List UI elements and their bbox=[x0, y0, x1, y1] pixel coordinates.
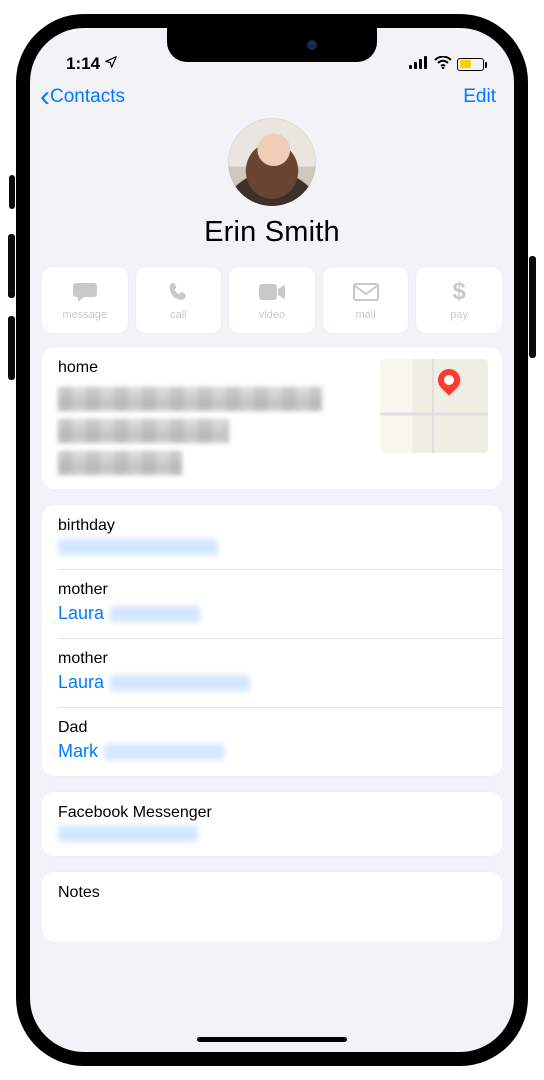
volume-up-button bbox=[8, 234, 15, 298]
notch bbox=[167, 28, 377, 62]
contact-name: Erin Smith bbox=[30, 216, 514, 249]
action-call[interactable]: call bbox=[136, 267, 222, 333]
address-redacted bbox=[58, 387, 368, 475]
avatar[interactable] bbox=[228, 118, 316, 206]
relation-cell-dad[interactable]: Dad Mark bbox=[42, 707, 502, 776]
back-button[interactable]: ‹ Contacts bbox=[40, 86, 125, 108]
redacted-value bbox=[110, 675, 250, 691]
action-label: mail bbox=[355, 309, 375, 321]
phone-frame: 1:14 bbox=[16, 14, 528, 1066]
dollar-icon: $ bbox=[452, 279, 465, 305]
action-label: message bbox=[62, 309, 107, 321]
address-cell[interactable]: home bbox=[42, 347, 502, 489]
contact-header: Erin Smith bbox=[30, 112, 514, 263]
redacted-value bbox=[104, 744, 224, 760]
cell-value bbox=[58, 539, 486, 555]
map-pin-icon bbox=[434, 364, 465, 395]
mute-switch bbox=[9, 175, 15, 209]
info-group: birthday mother Laura mother Laura bbox=[42, 505, 502, 776]
action-label: call bbox=[170, 309, 187, 321]
screen: 1:14 bbox=[30, 28, 514, 1052]
value-prefix: Laura bbox=[58, 672, 104, 693]
cell-value: Laura bbox=[58, 672, 486, 693]
wifi-icon bbox=[434, 54, 452, 74]
video-icon bbox=[258, 279, 286, 305]
action-video[interactable]: video bbox=[229, 267, 315, 333]
phone-icon bbox=[167, 279, 189, 305]
relation-cell-mother-2[interactable]: mother Laura bbox=[42, 638, 502, 707]
action-mail[interactable]: mail bbox=[323, 267, 409, 333]
action-message[interactable]: message bbox=[42, 267, 128, 333]
location-services-icon bbox=[104, 54, 118, 74]
edit-button[interactable]: Edit bbox=[463, 86, 496, 108]
volume-down-button bbox=[8, 316, 15, 380]
map-thumbnail[interactable] bbox=[380, 359, 488, 453]
redacted-value bbox=[110, 606, 200, 622]
notes-cell[interactable]: Notes bbox=[42, 872, 502, 942]
action-label: video bbox=[259, 309, 285, 321]
battery-icon bbox=[457, 58, 484, 71]
mail-icon bbox=[353, 279, 379, 305]
cell-label: mother bbox=[58, 650, 486, 668]
cell-label: Notes bbox=[58, 884, 486, 902]
action-row: message call video mail bbox=[30, 263, 514, 347]
cell-label: Dad bbox=[58, 719, 486, 737]
cell-label: birthday bbox=[58, 517, 486, 535]
cell-value: Laura bbox=[58, 603, 486, 624]
action-pay[interactable]: $ pay bbox=[416, 267, 502, 333]
power-button bbox=[529, 256, 536, 358]
home-indicator[interactable] bbox=[197, 1037, 347, 1042]
relation-cell-mother-1[interactable]: mother Laura bbox=[42, 569, 502, 638]
messenger-group: Facebook Messenger bbox=[42, 792, 502, 856]
redacted-value bbox=[58, 826, 198, 842]
action-label: pay bbox=[450, 309, 468, 321]
back-label: Contacts bbox=[50, 86, 125, 108]
address-group: home bbox=[42, 347, 502, 489]
cell-signal-icon bbox=[409, 54, 429, 74]
redacted-value bbox=[58, 539, 218, 555]
notes-group: Notes bbox=[42, 872, 502, 942]
cell-value: Mark bbox=[58, 741, 486, 762]
nav-bar: ‹ Contacts Edit bbox=[30, 76, 514, 112]
birthday-cell[interactable]: birthday bbox=[42, 505, 502, 569]
status-time: 1:14 bbox=[66, 54, 100, 74]
messenger-cell[interactable]: Facebook Messenger bbox=[42, 792, 502, 856]
address-label: home bbox=[58, 359, 368, 377]
chevron-left-icon: ‹ bbox=[40, 87, 50, 107]
cell-label: mother bbox=[58, 581, 486, 599]
cell-value bbox=[58, 826, 486, 842]
value-prefix: Laura bbox=[58, 603, 104, 624]
message-icon bbox=[72, 279, 98, 305]
value-prefix: Mark bbox=[58, 741, 98, 762]
cell-label: Facebook Messenger bbox=[58, 804, 486, 822]
